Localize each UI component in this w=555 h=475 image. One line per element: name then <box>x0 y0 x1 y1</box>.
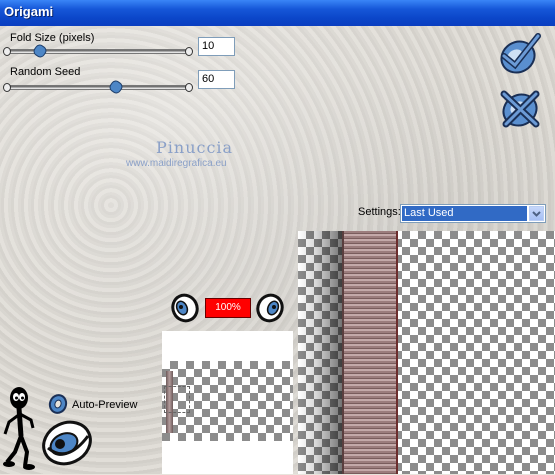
settings-selected-value: Last Used <box>402 206 527 221</box>
slider-right-end <box>185 47 193 56</box>
source-preview[interactable] <box>162 331 293 474</box>
x-icon <box>500 90 540 128</box>
cancel-button[interactable] <box>498 86 542 130</box>
slider-right-end <box>185 83 193 92</box>
zoom-out-button[interactable] <box>170 293 200 323</box>
window-title: Origami <box>4 4 54 19</box>
ring-toggle-icon <box>48 394 68 414</box>
dropdown-arrow-button[interactable] <box>529 206 544 221</box>
result-preview[interactable] <box>298 231 555 474</box>
title-bar: Origami <box>0 0 555 26</box>
random-seed-label: Random Seed <box>10 66 81 78</box>
checkmark-icon <box>500 33 541 74</box>
random-seed-slider[interactable] <box>3 78 193 96</box>
watermark-url: www.maidiregrafica.eu <box>126 158 227 169</box>
zoom-out-eye-icon <box>171 293 199 323</box>
zoom-level: 100% <box>205 298 251 318</box>
watermark-name: Pinuccia <box>156 138 234 157</box>
mascot-figure <box>3 386 37 470</box>
stick-figure-icon <box>3 387 35 470</box>
settings-label: Settings: <box>358 206 401 218</box>
zoom-in-eye-icon <box>256 293 284 323</box>
ok-button[interactable] <box>498 32 542 76</box>
random-seed-input[interactable]: 60 <box>198 70 235 89</box>
folded-strip <box>342 231 398 474</box>
slider-left-end <box>3 47 11 56</box>
settings-dropdown[interactable]: Last Used <box>400 204 546 223</box>
fold-shadow <box>298 231 342 474</box>
fold-size-slider[interactable] <box>3 42 193 60</box>
preview-navigator-frame[interactable] <box>164 386 190 413</box>
fold-size-label: Fold Size (pixels) <box>10 32 95 44</box>
chevron-down-icon <box>532 211 541 217</box>
fold-size-input[interactable]: 10 <box>198 37 235 56</box>
eye-icon <box>42 420 92 466</box>
slider-left-end <box>3 83 11 92</box>
auto-preview-toggle[interactable] <box>48 394 68 414</box>
auto-preview-label: Auto-Preview <box>72 399 138 411</box>
zoom-in-button[interactable] <box>255 293 285 323</box>
preview-eye-button[interactable] <box>40 418 94 468</box>
